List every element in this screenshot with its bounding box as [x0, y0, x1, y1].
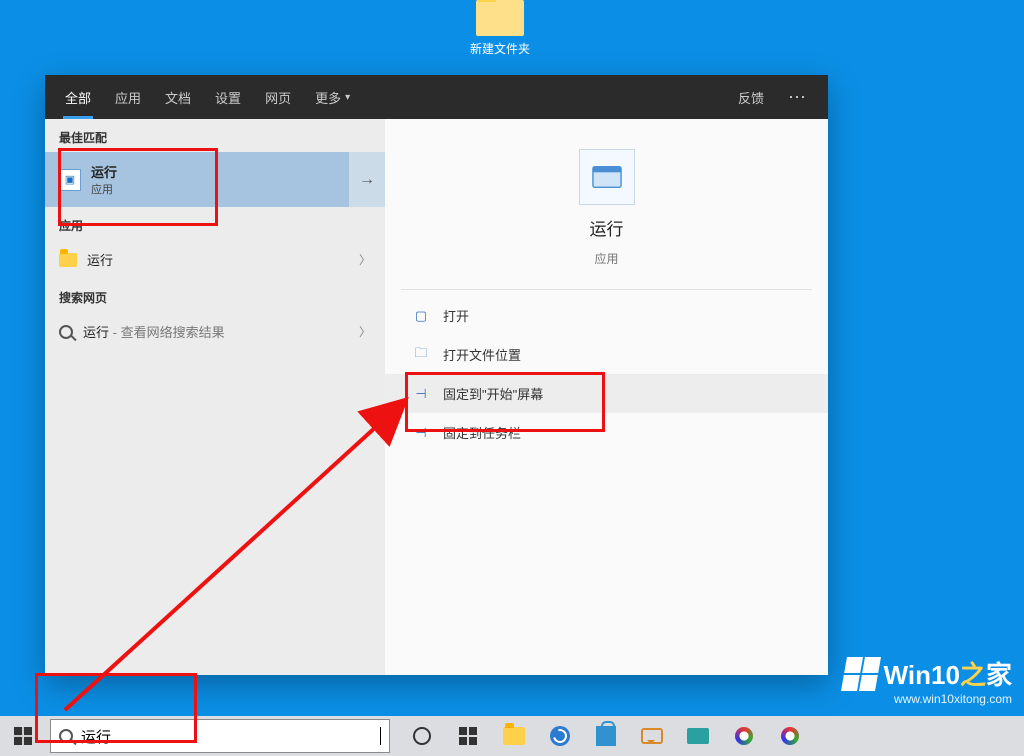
action-pin-to-taskbar[interactable]: ⊣ 固定到任务栏	[385, 413, 828, 452]
tab-settings[interactable]: 设置	[203, 75, 253, 119]
ellipsis-menu[interactable]: ⋯	[776, 87, 820, 108]
chat-app-button[interactable]	[630, 716, 674, 756]
best-match-subtitle: 应用	[91, 181, 117, 197]
folder-icon	[59, 253, 77, 267]
ccleaner-icon	[781, 727, 799, 745]
chat-icon	[641, 728, 663, 744]
edge-icon	[550, 726, 570, 746]
web-result-label: 运行 - 查看网络搜索结果	[83, 322, 225, 341]
circle-icon	[413, 727, 431, 745]
ccleaner-button-2[interactable]	[768, 716, 812, 756]
taskbar-search-box[interactable]	[50, 719, 390, 753]
task-view-icon	[459, 727, 477, 745]
watermark-url: www.win10xitong.com	[844, 692, 1012, 706]
run-icon: ▣	[59, 169, 81, 191]
divider	[401, 289, 812, 290]
search-icon	[59, 729, 73, 743]
tab-web[interactable]: 网页	[253, 75, 303, 119]
taskbar	[0, 716, 1024, 756]
run-large-icon	[579, 149, 635, 205]
pin-icon: ⊣	[413, 425, 429, 441]
start-button[interactable]	[0, 716, 46, 756]
detail-pane: 运行 应用 ▢ 打开 🗀 打开文件位置 ⊣ 固定到"开始"屏幕 ⊣	[385, 119, 828, 675]
task-view-button[interactable]	[446, 716, 490, 756]
store-button[interactable]	[584, 716, 628, 756]
search-panel: 全部 应用 文档 设置 网页 更多▾ 反馈 ⋯ 最佳匹配 ▣ 运行 应用 → 应…	[45, 75, 828, 675]
chevron-right-icon: 〉	[359, 323, 371, 340]
photos-button[interactable]	[676, 716, 720, 756]
pin-icon: ⊣	[413, 386, 429, 402]
web-result-run[interactable]: 运行 - 查看网络搜索结果 〉	[45, 312, 385, 351]
taskbar-search-input[interactable]	[81, 728, 372, 745]
app-result-label: 运行	[87, 250, 113, 269]
ccleaner-button[interactable]	[722, 716, 766, 756]
folder-label: 新建文件夹	[460, 40, 540, 57]
windows-logo-icon	[841, 657, 881, 691]
folder-icon	[476, 0, 524, 36]
chevron-right-icon: 〉	[359, 251, 371, 268]
cortana-button[interactable]	[400, 716, 444, 756]
folder-open-icon: 🗀	[413, 347, 429, 363]
web-section-label: 搜索网页	[45, 279, 385, 312]
search-icon	[59, 325, 73, 339]
ccleaner-icon	[735, 727, 753, 745]
apps-section-label: 应用	[45, 207, 385, 240]
best-match-result[interactable]: ▣ 运行 应用 →	[45, 152, 385, 207]
open-icon: ▢	[413, 308, 429, 324]
tab-apps[interactable]: 应用	[103, 75, 153, 119]
feedback-link[interactable]: 反馈	[726, 88, 776, 107]
tab-more[interactable]: 更多▾	[303, 75, 362, 119]
chevron-down-icon: ▾	[345, 92, 350, 103]
text-caret	[380, 727, 381, 745]
app-result-run[interactable]: 运行 〉	[45, 240, 385, 279]
best-match-title: 运行	[91, 162, 117, 181]
watermark: Win10之家 www.win10xitong.com	[844, 655, 1012, 706]
action-pin-to-start[interactable]: ⊣ 固定到"开始"屏幕	[385, 374, 828, 413]
tab-all[interactable]: 全部	[53, 75, 103, 119]
search-tabs: 全部 应用 文档 设置 网页 更多▾ 反馈 ⋯	[45, 75, 828, 119]
folder-icon	[503, 727, 525, 745]
results-pane: 最佳匹配 ▣ 运行 应用 → 应用 运行 〉 搜索网页	[45, 119, 385, 675]
file-explorer-button[interactable]	[492, 716, 536, 756]
tab-documents[interactable]: 文档	[153, 75, 203, 119]
store-icon	[596, 726, 616, 746]
action-open-file-location[interactable]: 🗀 打开文件位置	[385, 335, 828, 374]
edge-button[interactable]	[538, 716, 582, 756]
action-open[interactable]: ▢ 打开	[385, 296, 828, 335]
detail-title: 运行	[590, 215, 624, 240]
expand-arrow-icon[interactable]: →	[349, 152, 385, 207]
detail-subtitle: 应用	[594, 250, 618, 267]
best-match-label: 最佳匹配	[45, 119, 385, 152]
image-icon	[687, 728, 709, 744]
desktop-folder[interactable]: 新建文件夹	[460, 0, 540, 57]
